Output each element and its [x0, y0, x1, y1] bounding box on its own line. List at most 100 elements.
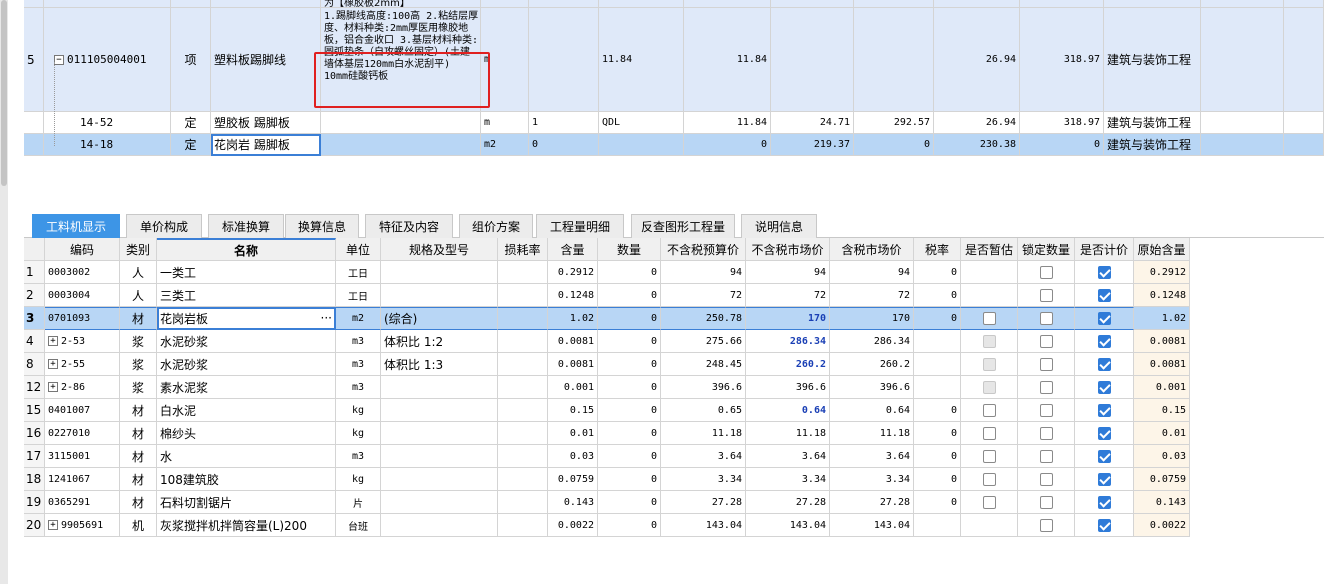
- cell[interactable]: 0.143: [1134, 491, 1190, 514]
- cell[interactable]: 260.2: [830, 353, 914, 376]
- cell[interactable]: [1075, 445, 1134, 468]
- cell[interactable]: 工日: [336, 284, 381, 307]
- col-header[interactable]: 规格及型号: [381, 238, 498, 261]
- tab-3[interactable]: 换算信息: [285, 214, 359, 238]
- cell[interactable]: 0.0759: [548, 468, 598, 491]
- cell[interactable]: [914, 514, 961, 537]
- cell[interactable]: 0365291: [45, 491, 120, 514]
- cell[interactable]: 4: [24, 330, 45, 353]
- cell[interactable]: [381, 468, 498, 491]
- cell[interactable]: [1075, 261, 1134, 284]
- cell[interactable]: [381, 399, 498, 422]
- bill-cell[interactable]: [1201, 134, 1284, 156]
- cell[interactable]: [498, 353, 548, 376]
- cell[interactable]: 0: [598, 468, 661, 491]
- bill-cell[interactable]: 建筑与装饰工程: [1104, 8, 1201, 112]
- bill-cell[interactable]: 0: [1020, 134, 1104, 156]
- cell[interactable]: 0: [598, 514, 661, 537]
- bill-cell[interactable]: [1284, 112, 1324, 134]
- cell[interactable]: 396.6: [830, 376, 914, 399]
- bill-cell[interactable]: [24, 134, 44, 156]
- cell[interactable]: [498, 514, 548, 537]
- cell[interactable]: [498, 284, 548, 307]
- cell[interactable]: [961, 284, 1018, 307]
- cell[interactable]: 11.18: [830, 422, 914, 445]
- cell[interactable]: 浆: [120, 330, 157, 353]
- cell[interactable]: 8: [24, 353, 45, 376]
- cell[interactable]: m3: [336, 376, 381, 399]
- cell[interactable]: 0.1248: [548, 284, 598, 307]
- est-checkbox[interactable]: [982, 495, 996, 509]
- bill-row[interactable]: 为【橡胶板2mm】: [24, 0, 1324, 8]
- cell[interactable]: [1075, 284, 1134, 307]
- bill-cell[interactable]: 0: [529, 134, 599, 156]
- bill-cell[interactable]: [529, 8, 599, 112]
- cell[interactable]: 0.64: [830, 399, 914, 422]
- resource-row[interactable]: 15 0401007 材 白水泥 kg 0.15 0 0.65 0.64 0.64 0 0.15: [24, 399, 1190, 422]
- cell[interactable]: 0.001: [1134, 376, 1190, 399]
- lock-checkbox[interactable]: [1039, 495, 1053, 509]
- cell[interactable]: 0.0081: [548, 330, 598, 353]
- cell[interactable]: 0: [914, 422, 961, 445]
- cell[interactable]: 11.18: [746, 422, 830, 445]
- cell[interactable]: 27.28: [661, 491, 746, 514]
- cell[interactable]: [961, 514, 1018, 537]
- cell[interactable]: 27.28: [830, 491, 914, 514]
- col-header[interactable]: 损耗率: [498, 238, 548, 261]
- cell[interactable]: m3: [336, 445, 381, 468]
- cell[interactable]: 0.0081: [1134, 330, 1190, 353]
- col-header[interactable]: 是否计价: [1075, 238, 1134, 261]
- cell[interactable]: 170: [830, 307, 914, 330]
- cell[interactable]: [1075, 353, 1134, 376]
- cell[interactable]: [961, 261, 1018, 284]
- resource-row[interactable]: 8 +2-55 浆 水泥砂浆 m3 体积比 1:3 0.0081 0 248.45 260.2 26…: [24, 353, 1190, 376]
- cell[interactable]: 三类工: [157, 284, 336, 307]
- cell[interactable]: [1075, 468, 1134, 491]
- cell[interactable]: 170: [746, 307, 830, 330]
- bill-cell[interactable]: [1284, 134, 1324, 156]
- cell[interactable]: 108建筑胶: [157, 468, 336, 491]
- priced-checkbox[interactable]: [1097, 312, 1111, 325]
- cell[interactable]: 材: [120, 422, 157, 445]
- cell[interactable]: 27.28: [746, 491, 830, 514]
- col-header[interactable]: 含量: [548, 238, 598, 261]
- cell[interactable]: kg: [336, 422, 381, 445]
- cell[interactable]: 素水泥浆: [157, 376, 336, 399]
- cell[interactable]: [1018, 307, 1075, 330]
- tab-2[interactable]: 标准换算: [208, 214, 284, 238]
- tab-0[interactable]: 工料机显示: [32, 214, 120, 238]
- bill-cell[interactable]: [171, 0, 211, 8]
- cell[interactable]: [498, 261, 548, 284]
- cell[interactable]: 人: [120, 261, 157, 284]
- resource-row[interactable]: 3 0701093 材 花岗岩板 ··· m2 (综合) 1.02 0 250.78 170 170 0…: [24, 307, 1190, 330]
- cell[interactable]: 250.78: [661, 307, 746, 330]
- lock-checkbox[interactable]: [1039, 518, 1053, 532]
- cell[interactable]: 0.2912: [548, 261, 598, 284]
- cell[interactable]: 0: [598, 445, 661, 468]
- lock-checkbox[interactable]: [1039, 288, 1053, 302]
- expand-toggle[interactable]: +: [48, 382, 58, 392]
- col-header[interactable]: 含税市场价: [830, 238, 914, 261]
- cell[interactable]: 72: [746, 284, 830, 307]
- bill-cell[interactable]: [24, 112, 44, 134]
- cell[interactable]: [1018, 376, 1075, 399]
- cell[interactable]: 0: [914, 307, 961, 330]
- cell[interactable]: 3.34: [746, 468, 830, 491]
- cell[interactable]: 19: [24, 491, 45, 514]
- cell[interactable]: kg: [336, 399, 381, 422]
- col-header[interactable]: 类别: [120, 238, 157, 261]
- expand-toggle[interactable]: +: [48, 359, 58, 369]
- priced-checkbox[interactable]: [1097, 472, 1111, 486]
- cell[interactable]: 台班: [336, 514, 381, 537]
- cell[interactable]: 体积比 1:3: [381, 353, 498, 376]
- cell[interactable]: [381, 422, 498, 445]
- cell[interactable]: 0: [598, 353, 661, 376]
- cell[interactable]: 0.15: [1134, 399, 1190, 422]
- cell[interactable]: [498, 376, 548, 399]
- cell[interactable]: [498, 468, 548, 491]
- bill-cell[interactable]: 11.84: [684, 112, 771, 134]
- cell[interactable]: 0: [914, 399, 961, 422]
- bill-cell[interactable]: 11.84: [599, 8, 684, 112]
- priced-checkbox[interactable]: [1097, 518, 1111, 532]
- bill-cell[interactable]: [1104, 0, 1201, 8]
